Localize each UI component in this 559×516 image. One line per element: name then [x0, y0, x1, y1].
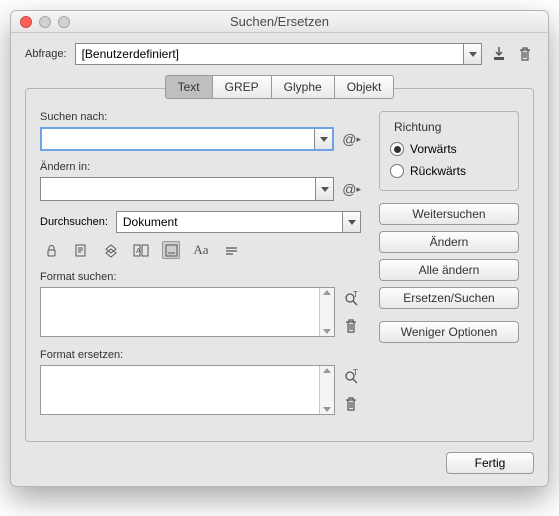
tab-grep[interactable]: GREP	[212, 75, 271, 99]
svg-text:T: T	[353, 369, 358, 377]
special-chars-search-icon[interactable]: @▸	[342, 131, 361, 147]
clear-format-replace-icon[interactable]	[344, 396, 358, 412]
whole-word-icon[interactable]	[222, 241, 240, 259]
master-pages-icon[interactable]: A	[132, 241, 150, 259]
minimize-window-button[interactable]	[39, 16, 51, 28]
svg-text:T: T	[353, 291, 358, 299]
locked-stories-icon[interactable]	[72, 241, 90, 259]
query-label: Abfrage:	[25, 48, 67, 60]
scrollbar[interactable]	[319, 366, 334, 414]
replace-find-button[interactable]: Ersetzen/Suchen	[379, 287, 519, 309]
special-chars-change-icon[interactable]: @▸	[342, 181, 361, 197]
tab-glyph[interactable]: Glyphe	[271, 75, 334, 99]
radio-icon	[390, 164, 404, 178]
search-scope-select[interactable]: Dokument	[116, 211, 361, 233]
search-scope-label: Durchsuchen:	[40, 216, 108, 228]
direction-forward-radio[interactable]: Vorwärts	[390, 142, 508, 156]
fewer-options-button[interactable]: Weniger Optionen	[379, 321, 519, 343]
query-select[interactable]: [Benutzerdefiniert]	[75, 43, 482, 65]
tab-object[interactable]: Objekt	[334, 75, 395, 99]
hidden-layers-icon[interactable]	[102, 241, 120, 259]
change-to-label: Ändern in:	[40, 161, 361, 173]
chevron-down-icon	[463, 44, 481, 64]
change-button[interactable]: Ändern	[379, 231, 519, 253]
footnotes-icon[interactable]	[162, 241, 180, 259]
tab-text[interactable]: Text	[165, 75, 212, 99]
direction-forward-label: Vorwärts	[410, 142, 457, 156]
chevron-down-icon	[342, 212, 360, 232]
svg-text:A: A	[136, 248, 141, 255]
chevron-down-icon	[315, 178, 333, 200]
specify-format-replace-icon[interactable]: T	[343, 369, 360, 386]
search-for-label: Suchen nach:	[40, 111, 361, 123]
scrollbar[interactable]	[319, 288, 334, 336]
change-to-input[interactable]	[40, 177, 334, 201]
find-next-button[interactable]: Weitersuchen	[379, 203, 519, 225]
direction-backward-radio[interactable]: Rückwärts	[390, 164, 508, 178]
format-replace-box[interactable]	[40, 365, 335, 415]
case-sensitive-icon[interactable]: Aa	[192, 241, 210, 259]
close-window-button[interactable]	[20, 16, 32, 28]
titlebar: Suchen/Ersetzen	[11, 11, 548, 33]
clear-format-search-icon[interactable]	[344, 318, 358, 334]
find-replace-window: Suchen/Ersetzen Abfrage: [Benutzerdefini…	[10, 10, 549, 487]
format-replace-label: Format ersetzen:	[40, 349, 361, 361]
direction-legend: Richtung	[390, 120, 445, 134]
direction-backward-label: Rückwärts	[410, 164, 466, 178]
format-search-box[interactable]	[40, 287, 335, 337]
search-scope-value: Dokument	[123, 215, 178, 229]
done-button[interactable]: Fertig	[446, 452, 534, 474]
query-value: [Benutzerdefiniert]	[82, 47, 179, 61]
save-query-icon[interactable]	[490, 45, 508, 63]
chevron-down-icon	[314, 129, 332, 149]
change-all-button[interactable]: Alle ändern	[379, 259, 519, 281]
locked-layers-icon[interactable]	[42, 241, 60, 259]
format-search-label: Format suchen:	[40, 271, 361, 283]
zoom-window-button[interactable]	[58, 16, 70, 28]
delete-query-icon[interactable]	[516, 45, 534, 63]
window-title: Suchen/Ersetzen	[11, 14, 548, 29]
radio-icon	[390, 142, 404, 156]
direction-fieldset: Richtung Vorwärts Rückwärts	[379, 111, 519, 191]
search-for-input[interactable]	[40, 127, 334, 151]
specify-format-search-icon[interactable]: T	[343, 291, 360, 308]
